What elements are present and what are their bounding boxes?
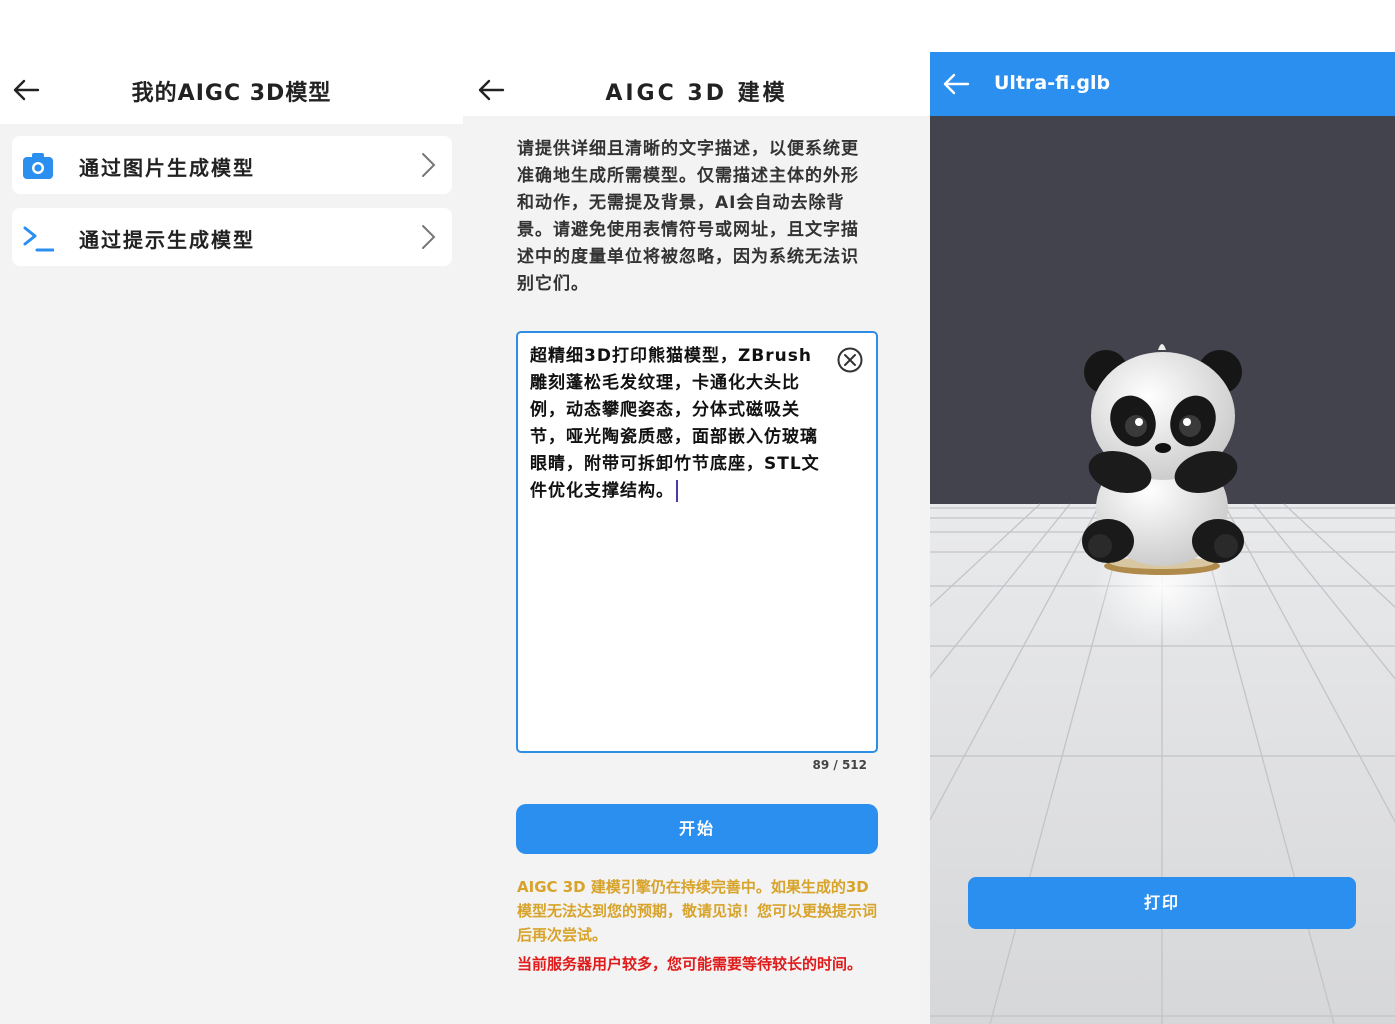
- status-bar: [463, 0, 930, 52]
- model-viewer-screen: Ultra-fi.glb 打印: [930, 0, 1395, 1024]
- chevron-right-icon: [422, 153, 436, 177]
- status-bar: [0, 0, 463, 52]
- back-arrow-icon[interactable]: [942, 72, 970, 96]
- chevron-right-icon: [422, 225, 436, 249]
- grid-floor: [930, 503, 1395, 1024]
- character-counter: 89 / 512: [812, 758, 868, 772]
- item-label: 通过图片生成模型: [79, 156, 255, 180]
- panda-model: [1082, 344, 1244, 575]
- generate-from-image-item[interactable]: 通过图片生成模型: [12, 136, 452, 194]
- prompt-value[interactable]: 超精细3D打印熊猫模型，ZBrush雕刻蓬松毛发纹理，卡通化大头比例，动态攀爬姿…: [530, 343, 820, 505]
- aigc-modeling-screen: AIGC 3D 建模 请提供详细且清晰的文字描述，以便系统更准确地生成所需模型。…: [463, 0, 930, 1024]
- my-models-screen: 我的AIGC 3D模型 通过图片生成模型 通过提示生成模型: [0, 0, 463, 1024]
- engine-warning-text: AIGC 3D 建模引擎仍在持续完善中。如果生成的3D模型无法达到您的预期，敬请…: [517, 878, 878, 944]
- generate-from-prompt-item[interactable]: 通过提示生成模型: [12, 208, 452, 266]
- print-button[interactable]: 打印: [968, 877, 1356, 929]
- terminal-prompt-icon: [23, 226, 54, 252]
- page-title: 我的AIGC 3D模型: [131, 81, 332, 106]
- page-title: AIGC 3D 建模: [605, 81, 788, 106]
- server-load-alert: 当前服务器用户较多，您可能需要等待较长的时间。: [517, 955, 863, 973]
- model-filename: Ultra-fi.glb: [994, 72, 1111, 94]
- start-button[interactable]: 开始: [516, 804, 878, 854]
- clear-circle-x-icon[interactable]: [836, 346, 864, 374]
- instructions-text: 请提供详细且清晰的文字描述，以便系统更准确地生成所需模型。仅需描述主体的外形和动…: [517, 139, 859, 294]
- text-caret: [676, 480, 678, 502]
- camera-icon: [23, 153, 53, 179]
- prompt-textarea[interactable]: 超精细3D打印熊猫模型，ZBrush雕刻蓬松毛发纹理，卡通化大头比例，动态攀爬姿…: [516, 331, 878, 753]
- item-label: 通过提示生成模型: [79, 228, 255, 252]
